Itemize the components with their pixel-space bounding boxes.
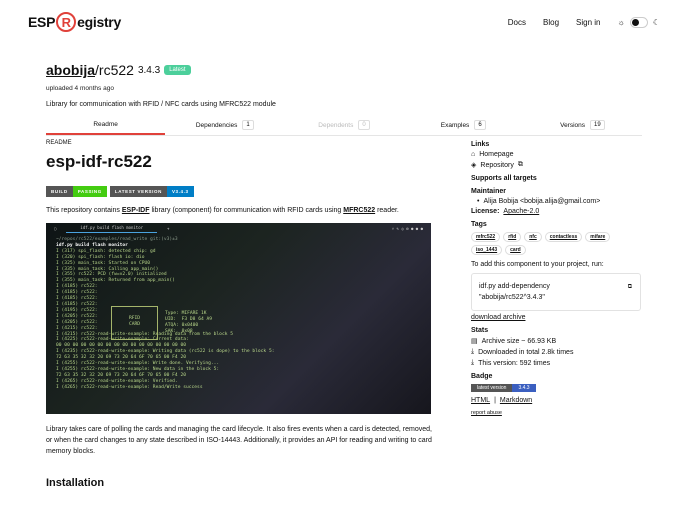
install-command[interactable]: idf.py add-dependency "abobija/rc522^3.4.… [471, 273, 641, 311]
download-icon: ⤓ [471, 359, 475, 366]
download-archive-link[interactable]: download archive [471, 314, 525, 321]
nav-docs[interactable]: Docs [508, 18, 526, 27]
tags-heading: Tags [471, 221, 487, 228]
sidebar: Links ⌂ Homepage ◈ Repository ⧉ Supports al… [471, 141, 642, 416]
links-heading: Links [471, 141, 490, 148]
license-label: License: [471, 208, 500, 215]
maintainer-heading: Maintainer [471, 188, 507, 195]
badge-label: LATEST VERSION [109, 186, 167, 197]
tab-count: 19 [590, 120, 605, 130]
readme-title: esp-idf-rc522 [46, 152, 152, 171]
tag[interactable]: mfrc522 [471, 232, 501, 242]
tag[interactable]: contactless [544, 232, 583, 242]
card-info: Type: MIFARE 1K UID: F3 D8 64 A9 ATQA: 0… [165, 311, 213, 334]
html-badge-link[interactable]: HTML [471, 397, 490, 404]
tab-count: 0 [358, 120, 370, 130]
sun-icon: ☼ [617, 17, 625, 27]
download-icon: ⤓ [471, 348, 475, 355]
copy-icon[interactable]: ⧉ [518, 161, 523, 169]
tab-label: Versions [560, 121, 586, 129]
badge-value: 3.4.3 [512, 384, 536, 392]
targets-heading: Supports all targets [471, 175, 537, 182]
tab-examples[interactable]: Examples 6 [404, 117, 523, 135]
command-line: idf.py add-dependency [479, 283, 550, 290]
tab-label: Dependents [318, 121, 354, 129]
logo-text: egistry [77, 14, 121, 30]
esp-idf-link[interactable]: ESP-IDF [122, 207, 150, 214]
command-line: "abobija/rc522^3.4.3" [479, 294, 545, 301]
nav-blog[interactable]: Blog [543, 18, 559, 27]
tab-versions[interactable]: Versions 19 [523, 117, 642, 135]
tab-label: Dependencies [195, 121, 238, 129]
terminal-output: ~/repos/rc522/examples/read_write git:(v… [46, 235, 431, 393]
badge-value: PASSING [72, 186, 107, 197]
package-name: rc522 [98, 62, 134, 78]
terminal-tab: idf.py build flash monitor [66, 225, 158, 233]
tab-count: 1 [242, 120, 254, 130]
mfrc522-link[interactable]: MFRC522 [343, 207, 375, 214]
archive-size: Archive size ~ 66.93 KB [481, 337, 557, 345]
tab-dependents[interactable]: Dependents 0 [284, 117, 403, 135]
version-downloads: This version: 592 times [478, 359, 551, 367]
badge-label: BUILD [46, 186, 73, 197]
version-badge[interactable]: LATEST VERSION V3.4.3 [109, 186, 194, 197]
uploaded-time: uploaded 4 months ago [46, 85, 114, 92]
tag[interactable]: nfc [524, 232, 542, 242]
repository-link[interactable]: Repository [480, 162, 513, 169]
maintainer: Alija Bobija <bobija.alija@gmail.com> [483, 198, 601, 205]
window-controls-icon: ⌕ ✎ ◎ ⚙ ● ● ● [391, 226, 423, 232]
tag[interactable]: mifare [585, 232, 611, 242]
terminal-icon: ▢ [54, 226, 57, 232]
section-label: README [46, 140, 72, 146]
copy-icon[interactable]: ⧉ [628, 282, 632, 293]
rfid-card-box: RFID CARD [111, 306, 158, 340]
homepage-link[interactable]: Homepage [479, 151, 513, 158]
logo[interactable]: ESP Registry [28, 12, 121, 32]
build-badge[interactable]: BUILD PASSING [46, 186, 107, 197]
badge-value: V3.4.3 [166, 186, 194, 197]
package-description: Library for communication with RFID / NF… [46, 101, 276, 108]
terminal-screenshot: ▢ idf.py build flash monitor + ⌕ ✎ ◎ ⚙ ● ● … [46, 223, 431, 414]
package-title: abobija/rc522 3.4.3 Latest [46, 62, 642, 78]
tag[interactable]: card [505, 245, 526, 255]
nav-sign-in[interactable]: Sign in [576, 18, 600, 27]
theme-toggle[interactable] [629, 16, 648, 28]
archive-icon: ▤ [471, 338, 478, 345]
logo-text: ESP [28, 14, 56, 30]
tag[interactable]: iso_1443 [471, 245, 503, 255]
description-paragraph: Library takes care of polling the cards … [46, 426, 432, 455]
home-icon: ⌂ [471, 151, 476, 158]
installation-heading: Installation [46, 477, 105, 489]
badge-heading: Badge [471, 373, 493, 380]
terminal-line: I (4265) rc522-read-write-example: Read/… [56, 384, 203, 390]
badge-label: latest version [471, 384, 513, 392]
tab-label: Readme [93, 120, 118, 128]
report-abuse-link[interactable]: report abuse [471, 410, 502, 416]
owner-link[interactable]: abobija [46, 62, 95, 78]
latest-badge: Latest [164, 65, 191, 75]
total-downloads: Downloaded in total 2.8k times [478, 348, 574, 356]
readme: README esp-idf-rc522 BUILD PASSING LATEST… [46, 140, 432, 489]
package-version: 3.4.3 [137, 64, 161, 76]
logo-r: R [56, 12, 77, 32]
tab-count: 6 [474, 120, 486, 130]
tab-label: Examples [440, 121, 470, 129]
moon-icon: ☾ [652, 17, 660, 27]
tabs: Readme Dependencies 1 Dependents 0 Example… [46, 117, 642, 136]
license-link[interactable]: Apache-2.0 [503, 208, 539, 215]
stats-heading: Stats [471, 327, 489, 334]
header: ESP Registry Docs Blog Sign in ☼ ☾ [28, 10, 660, 34]
markdown-badge-link[interactable]: Markdown [500, 397, 532, 404]
git-icon: ◈ [471, 162, 477, 169]
tab-dependencies[interactable]: Dependencies 1 [165, 117, 284, 135]
tag[interactable]: rfid [503, 232, 522, 242]
tab-readme[interactable]: Readme [46, 117, 166, 135]
version-badge-preview: latest version 3.4.3 [471, 384, 642, 392]
intro-text: This repository contains ESP-IDF library… [46, 207, 399, 214]
add-instructions: To add this component to your project, r… [471, 261, 604, 268]
separator: | [494, 397, 496, 404]
